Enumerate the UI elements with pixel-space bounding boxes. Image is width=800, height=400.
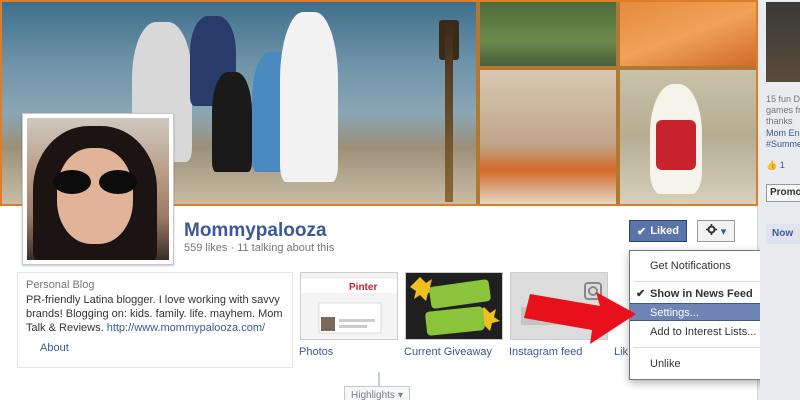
thumbs-up-icon: 👍 — [766, 160, 778, 170]
app-photos-thumbnail[interactable]: Pinter — [300, 272, 398, 340]
cover-tile-kids-photo[interactable] — [480, 70, 616, 204]
cover-tile-family-photo[interactable] — [480, 2, 616, 66]
app-label-photos[interactable]: Photos — [299, 346, 333, 358]
timeline-now-marker[interactable]: Now — [766, 224, 800, 244]
sidebar-like-count[interactable]: 👍 1 — [766, 160, 785, 171]
app-label-likes[interactable]: Lik — [614, 346, 628, 358]
sidebar-text-line: 15 fun D — [766, 94, 800, 104]
app-instagram-thumbnail[interactable] — [510, 272, 608, 340]
sidebar-text-line: thanks — [766, 116, 793, 126]
page-stats: 559 likes · 11 talking about this — [184, 242, 335, 254]
cover-tile-polar-bear-photo[interactable] — [620, 70, 756, 204]
chevron-down-icon: ▾ — [720, 225, 727, 238]
right-sidebar: 15 fun D games fr thanks Mom End #Summe … — [760, 0, 800, 400]
page-title[interactable]: Mommypalooza — [184, 220, 327, 242]
sidebar-text-line: games fr — [766, 105, 800, 115]
app-giveaway-thumbnail[interactable] — [405, 272, 503, 340]
sidebar-link[interactable]: Mom End — [766, 128, 800, 139]
liked-button[interactable]: ✔ Liked — [629, 220, 687, 242]
about-link[interactable]: About — [40, 342, 69, 354]
profile-picture[interactable] — [22, 113, 174, 265]
about-category: Personal Blog — [26, 279, 95, 291]
highlights-dropdown[interactable]: Highlights ▾ — [344, 386, 410, 400]
check-icon: ✔ — [636, 288, 646, 300]
cover-tile-orange-photo[interactable] — [620, 2, 756, 66]
check-icon: ✔ — [637, 225, 647, 238]
promote-button[interactable]: Promo — [766, 184, 800, 202]
about-description: PR-friendly Latina blogger. I love worki… — [26, 294, 283, 334]
liked-button-label: Liked — [650, 225, 679, 237]
sidebar-hashtag[interactable]: #Summe — [766, 139, 800, 150]
app-label-giveaway[interactable]: Current Giveaway — [404, 346, 492, 358]
settings-dropdown-button[interactable]: ▾ — [697, 220, 735, 242]
app-label-instagram[interactable]: Instagram feed — [509, 346, 582, 358]
chevron-down-icon: ▾ — [397, 389, 403, 400]
sidebar-photo[interactable] — [766, 2, 800, 82]
website-link[interactable]: http://www.mommypalooza.com/ — [107, 322, 265, 334]
highlights-label: Highlights — [351, 389, 395, 400]
svg-text:Pinter: Pinter — [349, 282, 377, 293]
gear-icon — [705, 224, 717, 238]
